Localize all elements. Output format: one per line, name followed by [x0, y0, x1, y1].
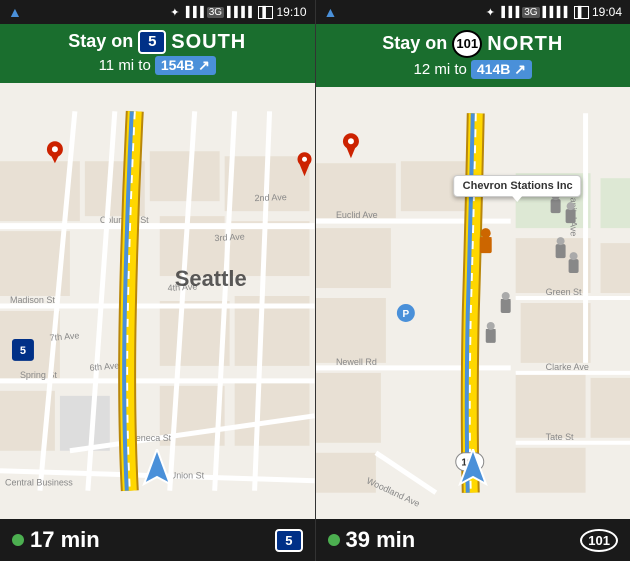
instruction-text-right: Stay on	[382, 33, 447, 55]
gps-icon: ▲	[8, 4, 22, 20]
instruction-text-left: Stay on	[68, 31, 133, 53]
svg-text:Newell Rd: Newell Rd	[335, 357, 376, 367]
nav-instruction-left: Stay on 5 SOUTH	[10, 30, 305, 54]
eta-right: 39 min	[328, 527, 416, 553]
status-bar-left-icons: ▲	[8, 4, 22, 20]
eta-value-right: 39 min	[346, 527, 416, 553]
left-screen: ▲ ✦ ▐▐▐ 3G ▌▌▌▌ ▌ 19:10 Stay on 5 SOUTH …	[0, 0, 315, 561]
shield-container-right: 101	[580, 529, 618, 552]
nav-arrow-right	[458, 449, 488, 489]
map-right: Euclid Ave Newell Rd Woodland Ave Capito…	[316, 87, 630, 519]
battery-icon-right: ▌	[574, 6, 589, 19]
distance-text-left: 11 mi to	[99, 57, 151, 74]
route-shield-bottom-left: 5	[275, 529, 302, 552]
bottom-bar-right: 39 min 101	[316, 519, 630, 561]
svg-text:Union St: Union St	[170, 471, 205, 481]
time-right: 19:04	[592, 5, 622, 19]
gps-icon-right: ▲	[324, 4, 338, 20]
route-badge-right: 101	[452, 30, 482, 58]
map-area-left: Columbia St Madison St Spring St Seneca …	[0, 83, 315, 519]
eta-value-left: 17 min	[30, 527, 100, 553]
direction-left: SOUTH	[171, 30, 246, 54]
status-bar-right: ▲ ✦ ▐▐▐ 3G ▌▌▌▌ ▌ 19:04	[316, 0, 630, 24]
battery-icon: ▌	[258, 6, 273, 19]
svg-text:3rd Ave: 3rd Ave	[214, 232, 245, 244]
chevron-tooltip: Chevron Stations Inc	[454, 175, 582, 197]
nav-arrow-left	[142, 449, 172, 489]
signal-bars-icon-right: ▌▌▌▌	[543, 7, 571, 18]
svg-text:Green St: Green St	[545, 287, 581, 297]
right-screen: ▲ ✦ ▐▐▐ 3G ▌▌▌▌ ▌ 19:04 Stay on 101 NORT…	[316, 0, 630, 561]
shield-container-left: 5	[275, 529, 302, 552]
bottom-bar-left: 17 min 5	[0, 519, 315, 561]
route-shield-bottom-right: 101	[580, 529, 618, 552]
svg-text:Tate St: Tate St	[545, 432, 573, 442]
eta-dot-right	[328, 534, 340, 546]
map-left: Columbia St Madison St Spring St Seneca …	[0, 83, 315, 519]
svg-text:Madison St: Madison St	[10, 295, 55, 305]
exit-badge-left: 154B ↗	[155, 56, 216, 75]
bluetooth-icon-right: ✦	[486, 6, 495, 19]
signal-icon-right: ▐▐▐	[498, 7, 519, 18]
svg-text:Euclid Ave: Euclid Ave	[335, 210, 377, 220]
svg-text:5: 5	[20, 345, 26, 357]
nav-header-right: Stay on 101 NORTH 12 mi to 414B ↗	[316, 24, 630, 87]
nav-header-left: Stay on 5 SOUTH 11 mi to 154B ↗	[0, 24, 315, 83]
svg-text:Clarke Ave: Clarke Ave	[545, 362, 588, 372]
signal-icon: ▐▐▐	[182, 7, 203, 18]
network-icon-right: 3G	[522, 7, 539, 18]
nav-distance-right: 12 mi to 414B ↗	[326, 60, 621, 79]
network-icon: 3G	[207, 7, 224, 18]
status-bar-left: ▲ ✦ ▐▐▐ 3G ▌▌▌▌ ▌ 19:10	[0, 0, 315, 24]
distance-text-right: 12 mi to	[414, 61, 467, 78]
nav-distance-left: 11 mi to 154B ↗	[10, 56, 305, 75]
status-bar-right-right: ✦ ▐▐▐ 3G ▌▌▌▌ ▌ 19:04	[486, 5, 622, 19]
direction-right: NORTH	[487, 32, 563, 56]
bluetooth-icon: ✦	[170, 6, 179, 19]
tooltip-text: Chevron Stations Inc	[463, 180, 573, 192]
eta-dot-left	[12, 534, 24, 546]
time-left: 19:10	[276, 5, 306, 19]
eta-left: 17 min	[12, 527, 100, 553]
signal-bars-icon: ▌▌▌▌	[227, 7, 255, 18]
svg-text:Seattle: Seattle	[175, 266, 247, 291]
svg-text:P: P	[402, 309, 409, 320]
svg-text:Central Business: Central Business	[5, 478, 73, 488]
svg-text:2nd Ave: 2nd Ave	[254, 192, 287, 203]
route-badge-left: 5	[138, 30, 166, 54]
exit-badge-right: 414B ↗	[471, 60, 532, 79]
status-bar-right-left: ✦ ▐▐▐ 3G ▌▌▌▌ ▌ 19:10	[170, 5, 306, 19]
map-area-right: Euclid Ave Newell Rd Woodland Ave Capito…	[316, 87, 630, 519]
nav-instruction-right: Stay on 101 NORTH	[326, 30, 621, 58]
status-bar-right-left-icons: ▲	[324, 4, 338, 20]
